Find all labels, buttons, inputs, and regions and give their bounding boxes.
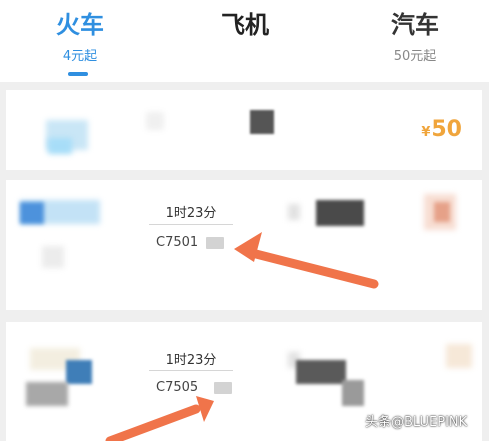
currency-symbol: ¥ (421, 125, 431, 140)
tab-bus-price-from: 50元起 (393, 49, 437, 64)
redacted-block (42, 246, 64, 268)
id-card-badge-icon (214, 382, 232, 394)
tab-train[interactable]: 火车 4元起 (20, 0, 140, 82)
price-value: 50 (431, 117, 462, 142)
redacted-block (434, 202, 450, 222)
active-tab-indicator (68, 72, 88, 76)
redacted-block (288, 204, 300, 220)
duration-divider (149, 224, 233, 225)
redacted-block (66, 360, 92, 384)
tab-train-price-from: 4元起 (62, 49, 98, 64)
travel-duration: 1时23分 (165, 353, 217, 368)
id-card-badge-icon (206, 237, 224, 249)
tab-bus[interactable]: 汽车 50元起 (355, 0, 475, 82)
train-number: C7501 (156, 235, 199, 250)
duration-divider (149, 370, 233, 371)
redacted-block (316, 200, 364, 226)
travel-duration: 1时23分 (165, 206, 217, 221)
redacted-block (446, 344, 472, 368)
redacted-block (342, 380, 364, 406)
redacted-block (20, 202, 44, 224)
redacted-block (250, 110, 274, 134)
tab-bus-label: 汽车 (391, 11, 439, 39)
train-card-c7501[interactable]: 1时23分 C7501 (6, 180, 482, 310)
redacted-block (296, 360, 346, 384)
tab-train-label: 火车 (56, 11, 104, 39)
redacted-block (48, 138, 72, 154)
tab-plane-label: 飞机 (221, 11, 269, 39)
redacted-block (146, 112, 164, 130)
tab-plane[interactable]: 飞机 (185, 0, 305, 82)
train-number: C7505 (156, 380, 199, 395)
route-summary-card[interactable]: ¥50 (6, 90, 482, 170)
watermark: 头条@BLUEPINK (365, 415, 468, 430)
transport-tab-bar: 火车 4元起 飞机 汽车 50元起 (0, 0, 489, 82)
redacted-block (26, 382, 68, 406)
lowest-price: ¥50 (421, 117, 462, 146)
